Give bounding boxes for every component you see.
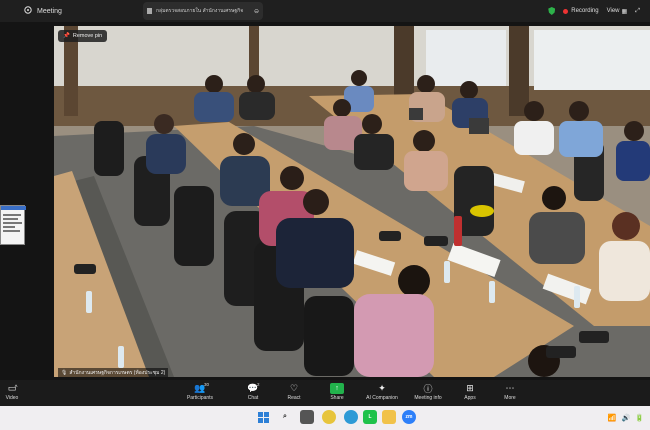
participants-count: 30 (204, 382, 210, 387)
ai-sparkle-icon: ✦ (378, 382, 386, 393)
system-tray: 📶 🔊 🔋 (608, 406, 644, 430)
view-button[interactable]: View ▦ (607, 8, 628, 15)
zoom-logo-icon (24, 6, 32, 16)
meeting-room-video-image (54, 26, 650, 377)
titlebar-controls: Recording View ▦ ⤢ (548, 0, 640, 22)
chat-label: Chat (247, 395, 259, 401)
apps-label: Apps (464, 395, 476, 401)
remove-pin-button[interactable]: 📌 Remove pin (58, 30, 108, 42)
thumbnail-line (3, 214, 21, 216)
video-options-chevron[interactable]: ^ (10, 381, 22, 395)
encryption-shield-icon[interactable] (548, 7, 556, 15)
search-icon[interactable]: ⌕ (278, 410, 292, 424)
ai-companion-button[interactable]: ✦ AI Companion (358, 381, 406, 402)
react-label: React (287, 395, 301, 401)
participants-label: Participants (186, 395, 214, 401)
recording-label: Recording (571, 8, 599, 14)
chat-button[interactable]: 💬 2 Chat (233, 381, 273, 401)
share-label: Share (330, 395, 344, 401)
shared-screen-thumbnail[interactable] (0, 205, 26, 245)
thumbnail-line (3, 230, 20, 232)
share-icon-wrap: ↑ (330, 381, 344, 395)
more-button[interactable]: ⋯ More (490, 381, 530, 402)
react-button[interactable]: ♡ React (274, 381, 314, 402)
volume-icon[interactable]: 🔊 (622, 414, 631, 422)
chat-count: 2 (257, 382, 260, 387)
info-icon: ⓘ (423, 383, 433, 394)
meeting-tab-title: กลุ่มตรวจสอบภายใน สำนักงานเศรษฐกิจ (156, 8, 244, 14)
edge-icon[interactable] (344, 410, 358, 424)
meeting-stage: 📌 Remove pin 🎙 สำนักงานเศรษฐกิจการเกษตร … (0, 22, 650, 380)
line-app-icon[interactable]: L (363, 410, 377, 424)
share-button[interactable]: ↑ Share (317, 381, 357, 401)
view-label: View (606, 8, 620, 14)
task-view-icon[interactable] (300, 410, 314, 424)
thumbnail-header (1, 206, 26, 210)
meeting-info-label: Meeting info (414, 395, 442, 401)
document-icon (147, 8, 152, 14)
wifi-icon[interactable]: 📶 (608, 414, 617, 422)
share-screen-icon: ↑ (330, 382, 344, 394)
tab-options-icon[interactable]: ⊖ (254, 8, 259, 15)
window-titlebar: Meeting กลุ่มตรวจสอบภายใน สำนักงานเศรษฐก… (0, 0, 650, 22)
participant-name: สำนักงานเศรษฐกิจการเกษตร (ห้องประชุม 2) (69, 369, 166, 376)
file-explorer-icon[interactable] (382, 410, 396, 424)
meeting-info-button[interactable]: ⓘ Meeting info (408, 381, 448, 402)
thumbnail-line (3, 226, 15, 228)
windows-start-icon[interactable] (256, 410, 270, 424)
recording-indicator[interactable]: Recording (563, 8, 599, 14)
zoom-app-icon[interactable]: zm (402, 410, 416, 424)
chrome-icon[interactable] (322, 410, 336, 424)
participant-name-caption: 🎙 สำนักงานเศรษฐกิจการเกษตร (ห้องประชุม 2… (58, 368, 169, 377)
windows-taskbar: ⌕ L zm 📶 🔊 🔋 (0, 406, 650, 430)
participants-button[interactable]: 👥 30 Participants (180, 381, 220, 401)
ai-companion-label: AI Companion (366, 395, 398, 401)
app-title: Meeting (37, 7, 62, 15)
mic-icon: 🎙 (61, 369, 68, 376)
recording-dot-icon (563, 8, 569, 14)
thumbnail-line (3, 218, 18, 220)
grid-icon: ▦ (621, 8, 628, 15)
more-icon: ⋯ (505, 382, 515, 393)
heart-icon: ♡ (289, 382, 299, 393)
pinned-video-feed[interactable] (54, 26, 650, 377)
pin-icon: 📌 (63, 33, 70, 39)
apps-button[interactable]: ⊞ Apps (450, 381, 490, 402)
remove-pin-label: Remove pin (72, 33, 103, 39)
thumbnail-line (3, 222, 22, 224)
apps-icon: ⊞ (466, 382, 474, 393)
meeting-tab[interactable]: กลุ่มตรวจสอบภายใน สำนักงานเศรษฐกิจ ⊖ (143, 2, 263, 20)
fullscreen-icon[interactable]: ⤢ (635, 8, 640, 15)
app-title-group: Meeting (0, 6, 62, 16)
more-label: More (504, 395, 516, 401)
chevron-up-icon: ^ (14, 385, 18, 391)
video-label: Video (5, 395, 19, 401)
battery-icon[interactable]: 🔋 (635, 414, 644, 422)
meeting-toolbar: ▭ Video ^ 👥 30 Participants 💬 2 Chat ♡ R… (0, 380, 650, 406)
